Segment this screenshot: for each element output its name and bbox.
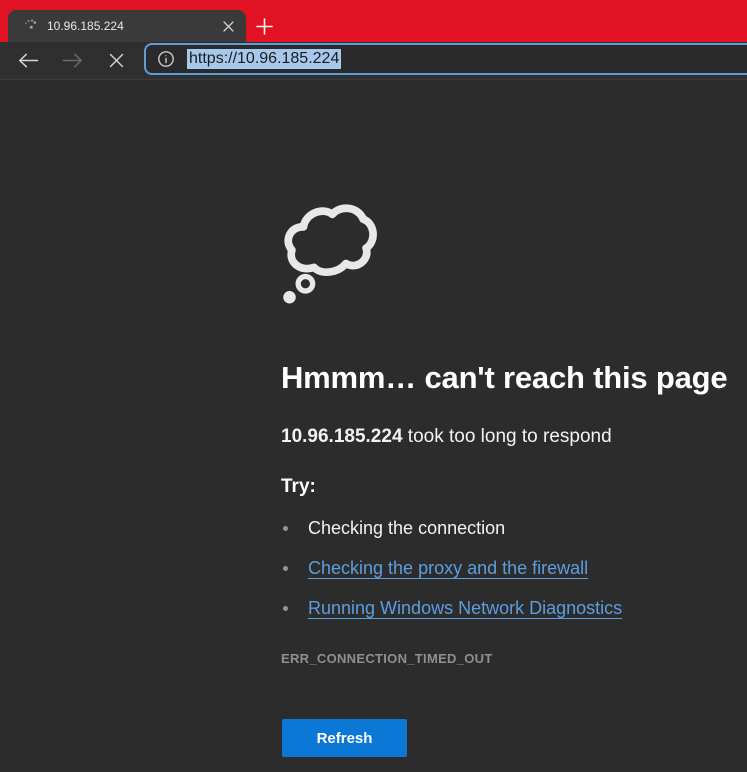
thought-bubble-icon (281, 198, 378, 304)
list-item: Running Windows Network Diagnostics (281, 598, 747, 619)
browser-window: 10.96.185.224 (0, 0, 747, 772)
error-host: 10.96.185.224 (281, 426, 403, 447)
stop-button[interactable] (102, 45, 130, 75)
tab-title: 10.96.185.224 (47, 19, 219, 33)
suggestion-list: Checking the connection Checking the pro… (281, 518, 747, 619)
error-subtitle-text: took too long to respond (403, 426, 612, 447)
tab-strip: 10.96.185.224 (0, 0, 747, 42)
navigation-toolbar: https://10.96.185.224 (0, 42, 747, 80)
bullet-icon (283, 566, 288, 571)
back-button[interactable] (14, 45, 42, 75)
url-input[interactable]: https://10.96.185.224 (187, 49, 341, 69)
error-page: Hmmm… can't reach this page 10.96.185.22… (0, 80, 747, 772)
list-item: Checking the connection (281, 518, 747, 539)
close-icon (109, 53, 124, 68)
error-title: Hmmm… can't reach this page (281, 359, 747, 396)
info-icon[interactable] (157, 50, 175, 68)
arrow-left-icon (18, 53, 39, 68)
error-code: ERR_CONNECTION_TIMED_OUT (281, 651, 747, 666)
try-label: Try: (281, 475, 747, 499)
new-tab-button[interactable] (250, 12, 278, 40)
bullet-icon (283, 526, 288, 531)
loading-spinner-icon (22, 18, 38, 34)
error-subtitle: 10.96.185.224 took too long to respond (281, 425, 747, 449)
tab-close-icon[interactable] (219, 17, 237, 35)
forward-button (58, 45, 86, 75)
suggestion-check-connection: Checking the connection (308, 518, 505, 539)
bullet-icon (283, 606, 288, 611)
arrow-right-icon (62, 53, 83, 68)
suggestion-link-proxy-firewall[interactable]: Checking the proxy and the firewall (308, 558, 588, 579)
suggestion-link-network-diagnostics[interactable]: Running Windows Network Diagnostics (308, 598, 622, 619)
active-tab[interactable]: 10.96.185.224 (8, 10, 246, 42)
list-item: Checking the proxy and the firewall (281, 558, 747, 579)
address-bar[interactable]: https://10.96.185.224 (144, 43, 747, 75)
refresh-button[interactable]: Refresh (282, 719, 407, 757)
